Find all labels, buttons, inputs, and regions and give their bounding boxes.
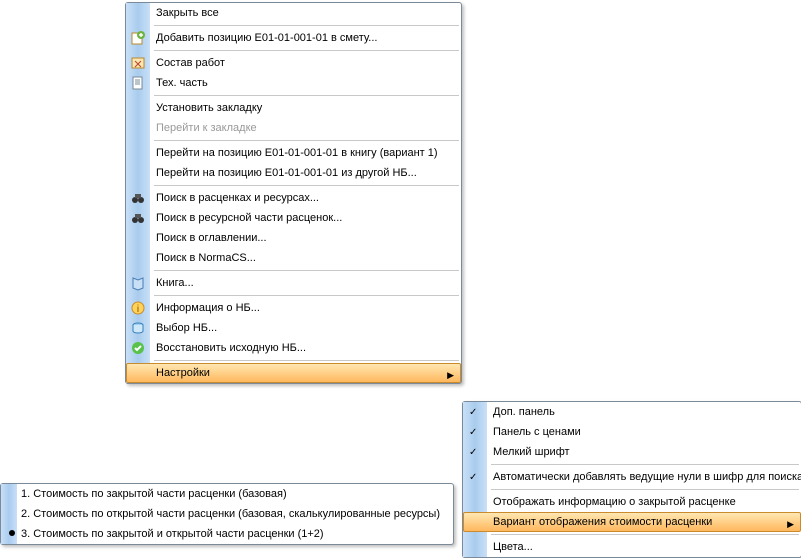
separator	[154, 270, 459, 271]
svg-text:i: i	[137, 304, 139, 315]
menu-set-bookmark[interactable]: Установить закладку	[126, 98, 461, 118]
submenu-arrow-icon: ▶	[787, 517, 794, 531]
submenu-extra-panel[interactable]: ✓ Доп. панель	[463, 402, 801, 422]
context-menu-cost-variant: 1. Стоимость по закрытой части расценки …	[0, 483, 454, 545]
menu-label: Поиск в расценках и ресурсах...	[156, 192, 319, 204]
binoculars-icon	[130, 210, 146, 226]
variant-3[interactable]: 3. Стоимость по закрытой и открытой част…	[1, 524, 453, 544]
menu-label: 3. Стоимость по закрытой и открытой част…	[21, 528, 324, 540]
context-menu-main: Закрыть все Добавить позицию E01-01-001-…	[125, 2, 462, 384]
separator	[491, 534, 799, 535]
menu-label: Поиск в NormaCS...	[156, 252, 256, 264]
menu-label: Мелкий шрифт	[493, 446, 570, 458]
menu-book[interactable]: Книга...	[126, 273, 461, 293]
check-icon: ✓	[469, 471, 477, 485]
menu-label: Автоматически добавлять ведущие нули в ш…	[493, 471, 801, 483]
menu-label: Установить закладку	[156, 102, 262, 114]
separator	[154, 295, 459, 296]
database-icon	[130, 320, 146, 336]
separator	[154, 25, 459, 26]
menu-add-position[interactable]: Добавить позицию E01-01-001-01 в смету..…	[126, 28, 461, 48]
menu-tech-part[interactable]: Тех. часть	[126, 73, 461, 93]
menu-label: Состав работ	[156, 57, 225, 69]
menu-label: Поиск в ресурсной части расценок...	[156, 212, 342, 224]
separator	[154, 360, 459, 361]
menu-label: 1. Стоимость по закрытой части расценки …	[21, 488, 287, 500]
add-sheet-icon	[130, 30, 146, 46]
menu-search-resources[interactable]: Поиск в расценках и ресурсах...	[126, 188, 461, 208]
tools-icon	[130, 55, 146, 71]
separator	[154, 185, 459, 186]
menu-label: Книга...	[156, 277, 194, 289]
menu-settings[interactable]: Настройки ▶	[126, 363, 461, 383]
separator	[491, 464, 799, 465]
menu-label: Вариант отображения стоимости расценки	[493, 516, 712, 528]
separator	[154, 140, 459, 141]
menu-close-all[interactable]: Закрыть все	[126, 3, 461, 23]
menu-label: Информация о НБ...	[156, 302, 260, 314]
info-icon: i	[130, 300, 146, 316]
menu-label: Перейти на позицию E01-01-001-01 в книгу…	[156, 147, 438, 159]
menu-label: 2. Стоимость по открытой части расценки …	[21, 508, 440, 520]
submenu-auto-zeros[interactable]: ✓ Автоматически добавлять ведущие нули в …	[463, 467, 801, 487]
context-menu-settings: ✓ Доп. панель ✓ Панель с ценами ✓ Мелкий шр…	[462, 401, 801, 558]
menu-label: Отображать информацию о закрытой расценк…	[493, 496, 736, 508]
menu-search-resource-part[interactable]: Поиск в ресурсной части расценок...	[126, 208, 461, 228]
menu-label: Добавить позицию E01-01-001-01 в смету..…	[156, 32, 377, 44]
menu-restore-db[interactable]: Восстановить исходную НБ...	[126, 338, 461, 358]
book-icon	[130, 275, 146, 291]
binoculars-icon	[130, 190, 146, 206]
menu-label: Тех. часть	[156, 77, 208, 89]
menu-label: Восстановить исходную НБ...	[156, 342, 306, 354]
menu-label: Доп. панель	[493, 406, 555, 418]
menu-info-db[interactable]: i Информация о НБ...	[126, 298, 461, 318]
menu-choose-db[interactable]: Выбор НБ...	[126, 318, 461, 338]
menu-label: Перейти к закладке	[156, 122, 257, 134]
variant-1[interactable]: 1. Стоимость по закрытой части расценки …	[1, 484, 453, 504]
menu-go-bookmark: Перейти к закладке	[126, 118, 461, 138]
check-circle-icon	[130, 340, 146, 356]
menu-search-toc[interactable]: Поиск в оглавлении...	[126, 228, 461, 248]
check-icon: ✓	[469, 426, 477, 440]
menu-go-position-book[interactable]: Перейти на позицию E01-01-001-01 в книгу…	[126, 143, 461, 163]
document-icon	[130, 75, 146, 91]
submenu-small-font[interactable]: ✓ Мелкий шрифт	[463, 442, 801, 462]
submenu-arrow-icon: ▶	[447, 368, 454, 382]
separator	[154, 95, 459, 96]
menu-label: Закрыть все	[156, 7, 219, 19]
radio-selected-icon	[9, 530, 15, 536]
menu-composition[interactable]: Состав работ	[126, 53, 461, 73]
menu-search-normacs[interactable]: Поиск в NormaCS...	[126, 248, 461, 268]
separator	[154, 50, 459, 51]
menu-label: Перейти на позицию E01-01-001-01 из друг…	[156, 167, 417, 179]
submenu-cost-variant[interactable]: Вариант отображения стоимости расценки ▶	[463, 512, 801, 532]
menu-label: Поиск в оглавлении...	[156, 232, 267, 244]
submenu-show-closed[interactable]: Отображать информацию о закрытой расценк…	[463, 492, 801, 512]
variant-2[interactable]: 2. Стоимость по открытой части расценки …	[1, 504, 453, 524]
menu-label: Цвета...	[493, 541, 533, 553]
check-icon: ✓	[469, 406, 477, 420]
menu-label: Настройки	[156, 367, 210, 379]
check-icon: ✓	[469, 446, 477, 460]
menu-label: Панель с ценами	[493, 426, 581, 438]
submenu-colors[interactable]: Цвета...	[463, 537, 801, 557]
submenu-price-panel[interactable]: ✓ Панель с ценами	[463, 422, 801, 442]
menu-label: Выбор НБ...	[156, 322, 217, 334]
menu-go-position-db[interactable]: Перейти на позицию E01-01-001-01 из друг…	[126, 163, 461, 183]
separator	[491, 489, 799, 490]
